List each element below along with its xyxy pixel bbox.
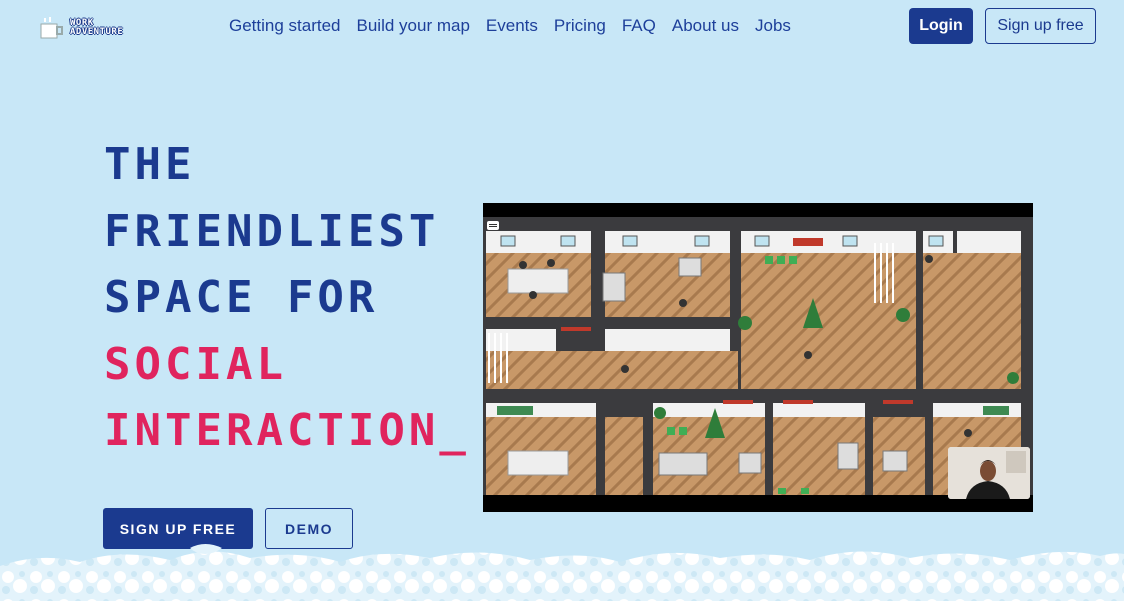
nav-pricing[interactable]: Pricing — [554, 16, 606, 36]
coffee-cup-icon — [40, 17, 63, 39]
login-button[interactable]: Login — [909, 8, 973, 44]
nav-faq[interactable]: FAQ — [622, 16, 656, 36]
chat-icon — [487, 221, 499, 230]
webcam-video-tile — [948, 447, 1030, 499]
game-map-screenshot — [483, 203, 1033, 512]
decorative-clouds — [0, 544, 1124, 601]
person-video-feed — [948, 447, 1030, 499]
nav-jobs[interactable]: Jobs — [755, 16, 791, 36]
hero-title: THE FRIENDLIEST SPACE FOR SOCIAL INTERAC… — [104, 132, 470, 465]
signup-button-header[interactable]: Sign up free — [985, 8, 1096, 44]
logo[interactable]: WORK ADVENTURE — [38, 14, 164, 42]
nav-getting-started[interactable]: Getting started — [229, 16, 341, 36]
nav-about-us[interactable]: About us — [672, 16, 739, 36]
logo-text: WORK ADVENTURE — [70, 19, 123, 37]
hero-title-line1: THE — [104, 139, 196, 190]
nav-build-your-map[interactable]: Build your map — [357, 16, 470, 36]
logo-line2: ADVENTURE — [70, 27, 124, 37]
hero-title-line4: SOCIAL — [104, 338, 287, 390]
hero-title-line2: FRIENDLIEST — [104, 205, 440, 257]
main-nav: Getting started Build your map Events Pr… — [229, 16, 791, 36]
hero-title-line5: INTERACTION_ — [104, 405, 470, 456]
hero-title-line3: SPACE FOR — [104, 272, 379, 323]
nav-events[interactable]: Events — [486, 16, 538, 36]
